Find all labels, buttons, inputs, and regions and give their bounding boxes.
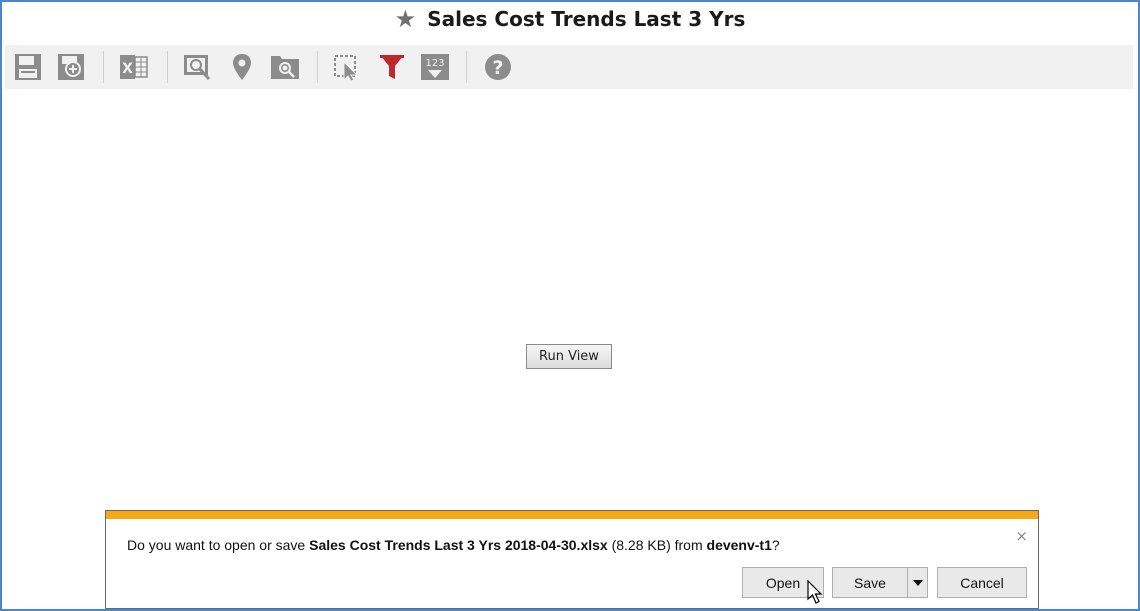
notification-accent: [106, 511, 1038, 519]
save-dropdown-button[interactable]: [907, 567, 928, 598]
message-suffix: ?: [771, 537, 780, 553]
select-cursor-icon[interactable]: [333, 52, 363, 82]
toolbar-divider: [466, 51, 467, 83]
filter-icon[interactable]: [377, 52, 407, 82]
save-icon[interactable]: [13, 52, 43, 82]
app-window: ★ Sales Cost Trends Last 3 Yrs X 123 ? R…: [0, 0, 1140, 611]
save-button[interactable]: Save: [832, 567, 908, 598]
star-icon[interactable]: ★: [395, 5, 417, 33]
close-icon[interactable]: ×: [1015, 527, 1028, 545]
message-from: from: [670, 537, 707, 553]
download-notification-bar: × Do you want to open or save Sales Cost…: [105, 510, 1039, 609]
toolbar-divider: [103, 51, 104, 83]
analyze-icon[interactable]: [183, 52, 213, 82]
cancel-button[interactable]: Cancel: [937, 567, 1027, 598]
file-size: (8.28 KB): [611, 537, 671, 553]
chevron-down-icon: [912, 579, 923, 586]
mouse-pointer-icon: [807, 580, 823, 604]
export-excel-icon[interactable]: X: [119, 52, 149, 82]
zoom-report-icon[interactable]: [270, 52, 300, 82]
run-view-button[interactable]: Run View: [526, 344, 612, 369]
svg-text:123: 123: [425, 58, 444, 69]
page-title: Sales Cost Trends Last 3 Yrs: [427, 7, 746, 31]
map-pin-icon[interactable]: [227, 52, 257, 82]
message-prefix: Do you want to open or save: [127, 537, 310, 553]
svg-text:?: ?: [492, 57, 503, 79]
page-header: ★ Sales Cost Trends Last 3 Yrs: [2, 5, 1138, 38]
save-as-icon[interactable]: [57, 52, 87, 82]
svg-text:X: X: [122, 61, 133, 77]
number-format-icon[interactable]: 123: [420, 52, 450, 82]
file-name: Sales Cost Trends Last 3 Yrs 2018-04-30.…: [309, 537, 608, 553]
download-message: Do you want to open or save Sales Cost T…: [127, 537, 780, 553]
toolbar-divider: [167, 51, 168, 83]
toolbar: X 123 ?: [5, 45, 1133, 89]
host-name: devenv-t1: [706, 537, 772, 553]
toolbar-divider: [317, 51, 318, 83]
help-icon[interactable]: ?: [483, 52, 513, 82]
